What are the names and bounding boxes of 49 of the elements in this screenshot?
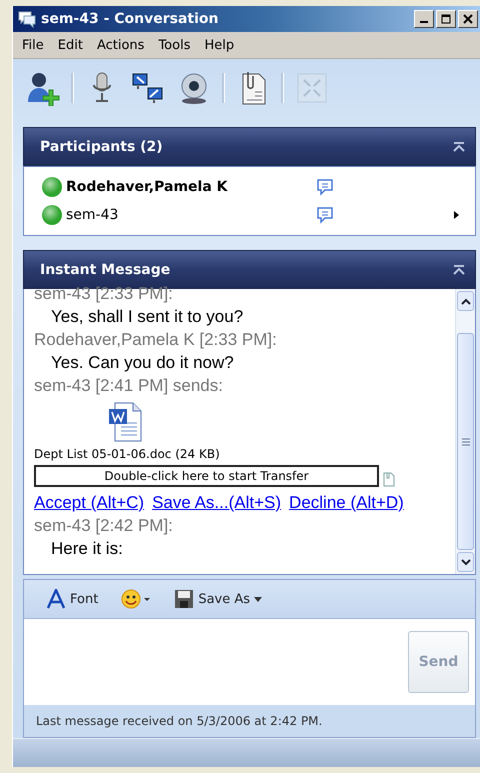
link[interactable]: Decline (Alt+D) bbox=[289, 491, 404, 514]
scroll-down-icon[interactable] bbox=[460, 558, 470, 566]
menu-item[interactable]: Actions bbox=[90, 38, 152, 52]
minimize-icon bbox=[420, 21, 428, 23]
maximize-button[interactable] bbox=[436, 10, 456, 28]
scrollbar[interactable] bbox=[455, 289, 475, 574]
file-icon bbox=[383, 472, 395, 487]
message-sender: sem-43 [2:41 PM] sends: bbox=[34, 375, 224, 397]
minimize-button[interactable] bbox=[414, 10, 434, 28]
link[interactable]: Save As...(Alt+S) bbox=[152, 491, 282, 514]
arrow-icon[interactable] bbox=[454, 211, 459, 219]
participant-name[interactable]: Rodehaver,Pamela K bbox=[66, 179, 316, 195]
window-title: sem-43 - Conversation bbox=[41, 11, 220, 27]
save-as-button[interactable]: Save As bbox=[174, 589, 262, 609]
transfer-button[interactable]: Double-click here to start Transfer bbox=[34, 465, 379, 487]
chat-bubble-icon[interactable] bbox=[316, 206, 334, 224]
menu-item[interactable]: Tools bbox=[151, 38, 198, 52]
panel-title: Participants (2) bbox=[40, 138, 163, 154]
panel-title: Instant Message bbox=[40, 262, 170, 278]
message-text: Yes, shall I sent it to you? bbox=[50, 306, 244, 328]
toolbar-button[interactable] bbox=[25, 70, 61, 106]
close-icon bbox=[463, 14, 473, 24]
font-button[interactable]: Font bbox=[46, 589, 98, 609]
menu-item[interactable]: Help bbox=[197, 38, 242, 52]
menu-item[interactable]: Edit bbox=[50, 38, 90, 52]
font-icon bbox=[46, 589, 66, 609]
message-text: Here it is: bbox=[50, 538, 124, 560]
collapse-icon[interactable] bbox=[453, 264, 465, 274]
grip-icon bbox=[462, 438, 470, 446]
participant-name[interactable]: sem-43 bbox=[66, 207, 316, 223]
add-person-icon bbox=[25, 70, 61, 106]
menu-item[interactable]: File bbox=[15, 38, 51, 52]
message-sender: sem-43 [2:42 PM]: bbox=[34, 515, 174, 537]
link[interactable]: Accept (Alt+C) bbox=[34, 491, 144, 514]
smiley-icon bbox=[120, 589, 152, 609]
maximize-icon bbox=[441, 14, 451, 24]
word-document-icon[interactable] bbox=[109, 401, 143, 443]
message-sender: Rodehaver,Pamela K [2:33 PM]: bbox=[34, 329, 278, 351]
chat-bubble-icon[interactable] bbox=[316, 178, 334, 196]
emoticon-button[interactable] bbox=[120, 589, 152, 609]
caret-icon bbox=[254, 596, 262, 602]
message-sender: sem-43 [2:33 PM]: bbox=[34, 283, 174, 305]
file-name: Dept List 05-01-06.doc (24 KB) bbox=[34, 446, 221, 463]
scroll-up-icon[interactable] bbox=[460, 298, 470, 304]
chat-bubbles-icon bbox=[17, 10, 37, 28]
collapse-icon[interactable] bbox=[453, 142, 465, 152]
status-bar: Last message received on 5/3/2006 at 2:42 PM. bbox=[23, 705, 476, 738]
message-text: Yes. Can you do it now? bbox=[50, 352, 235, 374]
close-button[interactable] bbox=[458, 10, 478, 28]
